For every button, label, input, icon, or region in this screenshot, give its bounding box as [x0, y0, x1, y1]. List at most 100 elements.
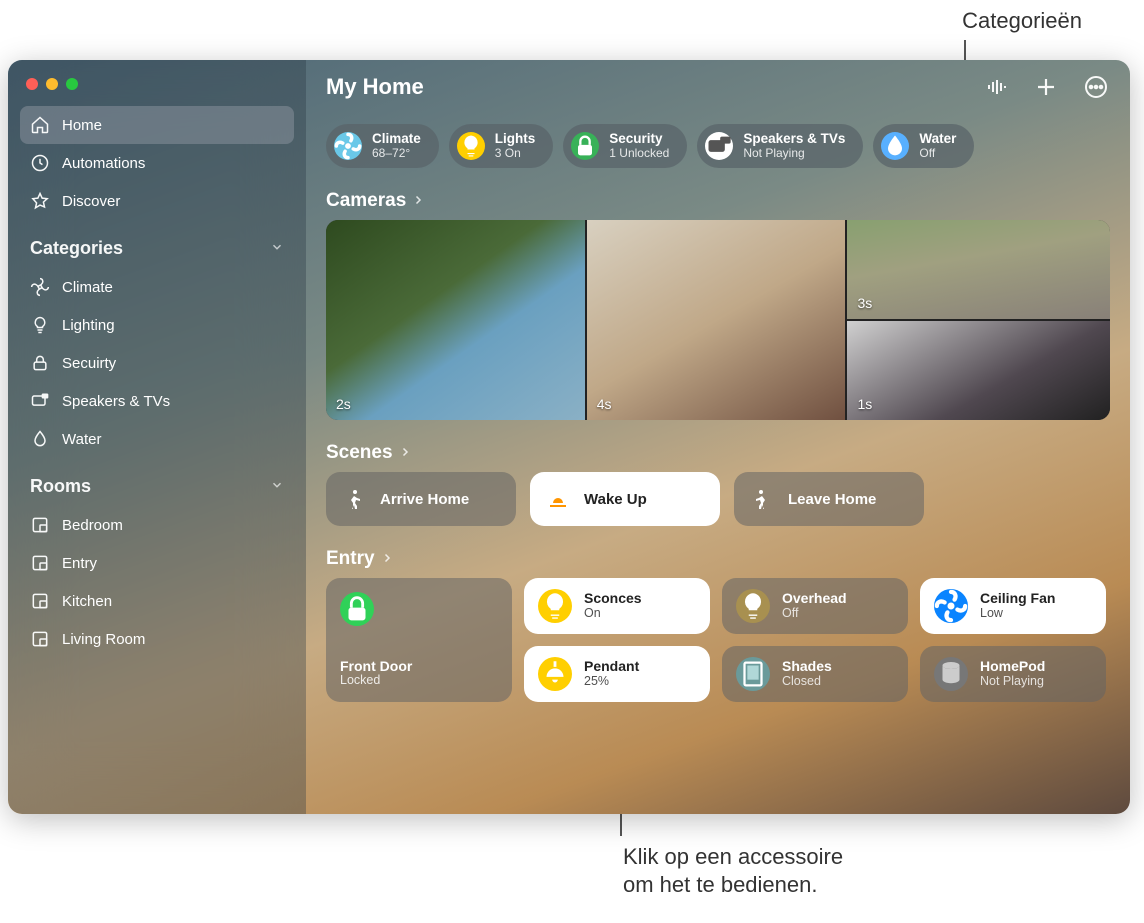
sidebar-item-label: Speakers & TVs: [62, 393, 170, 410]
accessory-name: Shades: [782, 659, 832, 674]
camera-tile[interactable]: 4s: [587, 220, 846, 420]
bulb-icon: [30, 315, 50, 335]
bulb-icon: [457, 132, 485, 160]
fullscreen-window-button[interactable]: [66, 78, 78, 90]
accessory-name: HomePod: [980, 659, 1045, 674]
category-pill-lights[interactable]: Lights3 On: [449, 124, 554, 168]
section-heading-scenes[interactable]: Scenes: [306, 420, 1130, 472]
main-content: My Home Climate68–72° Lights3 On Securit…: [306, 60, 1130, 814]
section-label: Entry: [326, 548, 375, 570]
accessory-status: Closed: [782, 675, 832, 689]
sidebar-item-lighting[interactable]: Lighting: [20, 306, 294, 344]
accessory-homepod[interactable]: HomePodNot Playing: [920, 646, 1106, 702]
scene-label: Wake Up: [584, 491, 647, 508]
accessory-name: Overhead: [782, 591, 847, 606]
sidebar: Home Automations Discover Categories Cli…: [8, 60, 306, 814]
close-window-button[interactable]: [26, 78, 38, 90]
sidebar-item-climate[interactable]: Climate: [20, 268, 294, 306]
accessory-ceiling-fan[interactable]: Ceiling FanLow: [920, 578, 1106, 634]
sidebar-item-home[interactable]: Home: [20, 106, 294, 144]
lock-icon: [340, 592, 374, 626]
camera-tile[interactable]: 1s: [847, 321, 1110, 420]
category-pill-speakers-tvs[interactable]: Speakers & TVsNot Playing: [697, 124, 863, 168]
sidebar-item-bedroom[interactable]: Bedroom: [20, 506, 294, 544]
category-pill-security[interactable]: Security1 Unlocked: [563, 124, 687, 168]
accessory-name: Pendant: [584, 659, 639, 674]
sidebar-item-automations[interactable]: Automations: [20, 144, 294, 182]
pill-status: 1 Unlocked: [609, 147, 669, 160]
section-heading-entry[interactable]: Entry: [306, 526, 1130, 578]
page-title: My Home: [326, 74, 424, 100]
minimize-window-button[interactable]: [46, 78, 58, 90]
camera-tile[interactable]: 2s: [326, 220, 585, 420]
scenes-row: Arrive Home Wake Up Leave Home: [306, 472, 1130, 526]
category-pill-water[interactable]: WaterOff: [873, 124, 974, 168]
scene-leave-home[interactable]: Leave Home: [734, 472, 924, 526]
room-icon: [30, 515, 50, 535]
room-icon: [30, 553, 50, 573]
accessory-status: Locked: [340, 674, 412, 688]
camera-timestamp: 1s: [857, 396, 872, 412]
section-label: Cameras: [326, 190, 406, 212]
sidebar-heading-categories[interactable]: Categories: [20, 220, 294, 268]
category-pill-row: Climate68–72° Lights3 On Security1 Unloc…: [306, 108, 1130, 168]
pendant-light-icon: [538, 657, 572, 691]
accessory-status: Not Playing: [980, 675, 1045, 689]
chevron-down-icon: [270, 238, 284, 259]
accessory-pendant[interactable]: Pendant25%: [524, 646, 710, 702]
sidebar-item-label: Lighting: [62, 317, 115, 334]
sidebar-item-water[interactable]: Water: [20, 420, 294, 458]
accessory-shades[interactable]: ShadesClosed: [722, 646, 908, 702]
home-app-window: Home Automations Discover Categories Cli…: [8, 60, 1130, 814]
scene-wake-up[interactable]: Wake Up: [530, 472, 720, 526]
titlebar: My Home: [306, 60, 1130, 108]
accessory-overhead[interactable]: OverheadOff: [722, 578, 908, 634]
accessory-name: Sconces: [584, 591, 642, 606]
tv-icon: [705, 132, 733, 160]
droplet-icon: [30, 429, 50, 449]
accessory-front-door[interactable]: Front Door Locked: [326, 578, 512, 702]
pill-status: 68–72°: [372, 147, 421, 160]
accessory-name: Ceiling Fan: [980, 591, 1055, 606]
category-pill-climate[interactable]: Climate68–72°: [326, 124, 439, 168]
sidebar-item-living-room[interactable]: Living Room: [20, 620, 294, 658]
sidebar-item-speakers-tvs[interactable]: Speakers & TVs: [20, 382, 294, 420]
room-icon: [30, 591, 50, 611]
pill-label: Lights: [495, 132, 536, 147]
sidebar-item-label: Water: [62, 431, 101, 448]
homepod-icon: [934, 657, 968, 691]
house-icon: [30, 115, 50, 135]
more-button[interactable]: [1084, 75, 1108, 99]
sidebar-item-label: Home: [62, 117, 102, 134]
lock-icon: [30, 353, 50, 373]
sidebar-item-label: Bedroom: [62, 517, 123, 534]
camera-tile[interactable]: 3s: [847, 220, 1110, 319]
add-button[interactable]: [1034, 75, 1058, 99]
person-walking-icon: [342, 487, 366, 511]
accessory-status: Off: [782, 607, 847, 621]
fan-icon: [934, 589, 968, 623]
scene-label: Arrive Home: [380, 491, 469, 508]
intercom-button[interactable]: [984, 75, 1008, 99]
sidebar-item-label: Kitchen: [62, 593, 112, 610]
star-icon: [30, 191, 50, 211]
camera-timestamp: 2s: [336, 396, 351, 412]
sidebar-heading-rooms[interactable]: Rooms: [20, 458, 294, 506]
chevron-right-icon: [412, 190, 424, 212]
scene-arrive-home[interactable]: Arrive Home: [326, 472, 516, 526]
accessory-status: Low: [980, 607, 1055, 621]
sidebar-item-kitchen[interactable]: Kitchen: [20, 582, 294, 620]
sidebar-item-discover[interactable]: Discover: [20, 182, 294, 220]
sidebar-item-security[interactable]: Secuirty: [20, 344, 294, 382]
camera-timestamp: 3s: [857, 295, 872, 311]
sidebar-item-entry[interactable]: Entry: [20, 544, 294, 582]
person-walking-icon: [750, 487, 774, 511]
section-heading-cameras[interactable]: Cameras: [306, 168, 1130, 220]
pill-label: Water: [919, 132, 956, 147]
pill-label: Security: [609, 132, 669, 147]
callout-accessory-line2: om het te bedienen.: [623, 872, 817, 898]
accessory-status: 25%: [584, 675, 639, 689]
entry-grid: Front Door Locked SconcesOn OverheadOff …: [306, 578, 1130, 702]
scene-label: Leave Home: [788, 491, 876, 508]
accessory-sconces[interactable]: SconcesOn: [524, 578, 710, 634]
